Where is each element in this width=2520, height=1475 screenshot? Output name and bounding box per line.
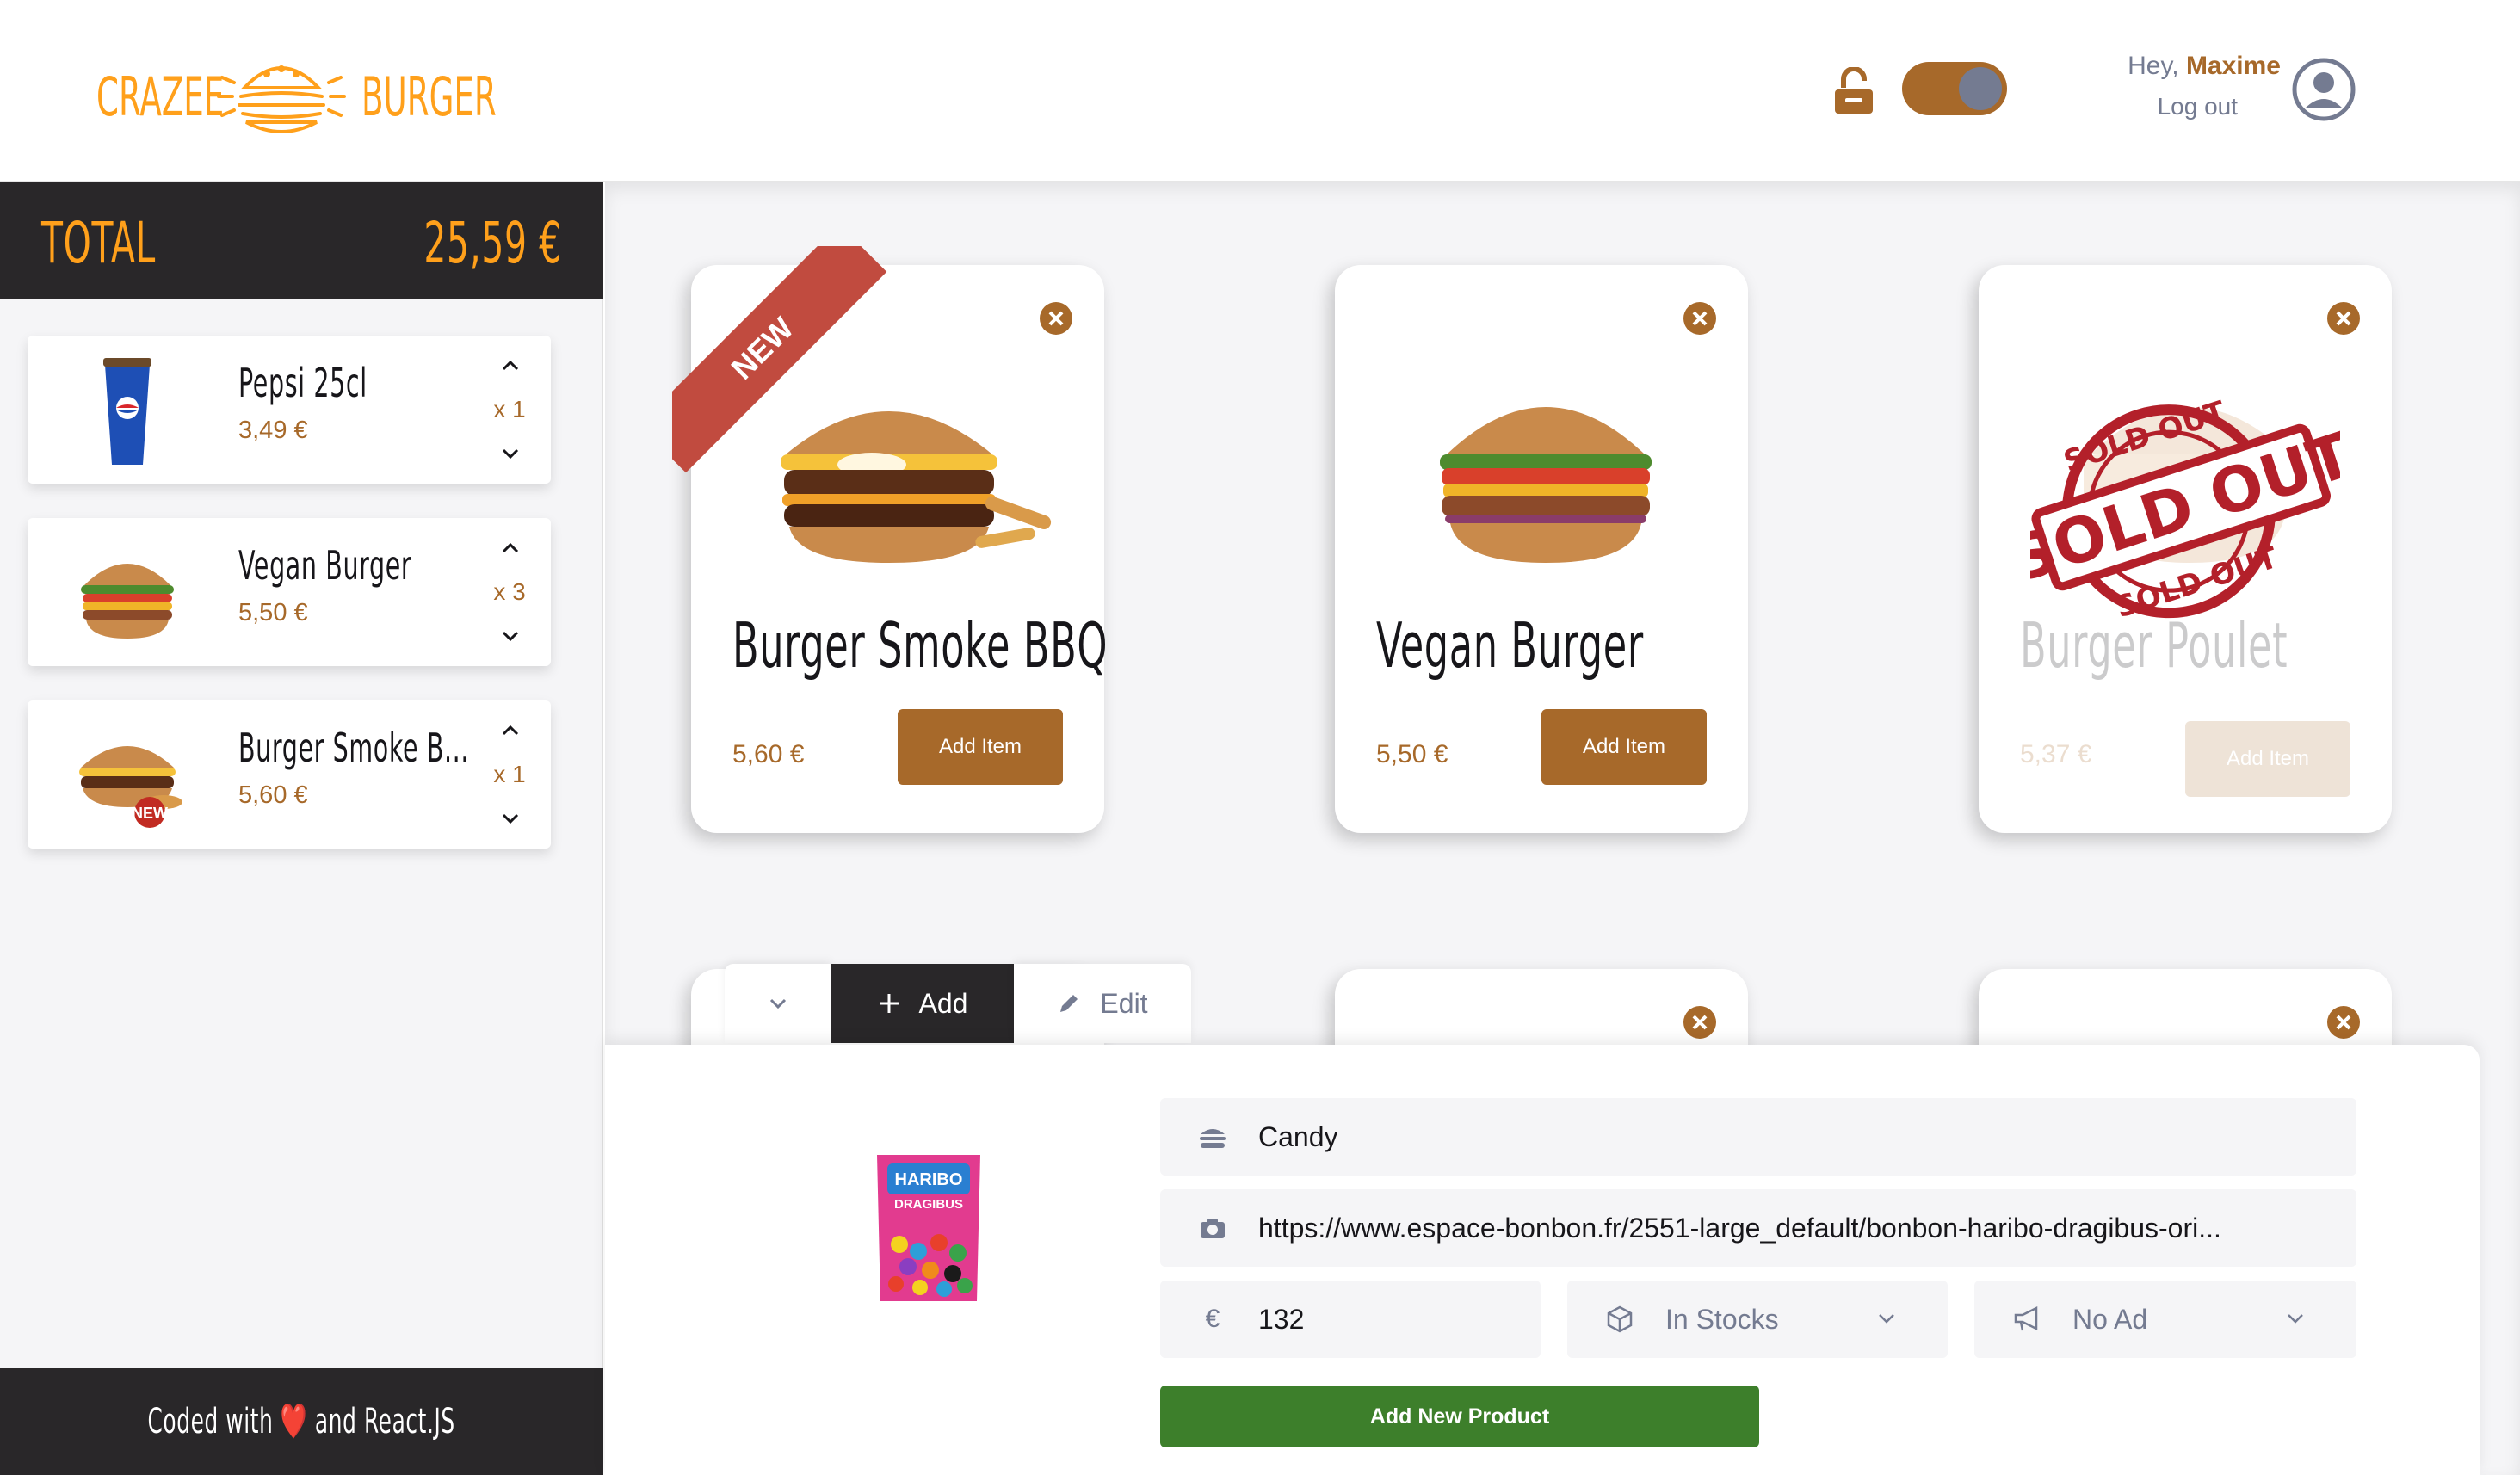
basket-total: Total 25,59 €: [0, 182, 603, 299]
admin-tabs: Add Edit: [725, 964, 1191, 1043]
basket-footer: Coded with ❤️ and React.JS: [0, 1368, 603, 1475]
admin-panel: HARIBO DRAGIBUS Candy https://www.espace…: [605, 1045, 2480, 1475]
camera-icon: [1201, 1219, 1225, 1238]
preview-brand: HARIBO: [895, 1170, 963, 1189]
basket-item[interactable]: Pepsi 25cl 3,49 € x 1: [28, 336, 551, 484]
image-url-value: https://www.espace-bonbon.fr/2551-large_…: [1258, 1212, 2221, 1244]
collapse-tab[interactable]: [725, 964, 831, 1043]
chevron-down-icon[interactable]: [501, 630, 520, 642]
pepsi-cup-image: [103, 358, 151, 465]
navbar: CRAZEE BURGER Hey, Maxime Log out: [0, 0, 2520, 182]
footer-text: Coded with ❤️ and React.JS: [147, 1402, 456, 1441]
product-card: NEW Burger Smoke BBQ 5,60 € Add Item: [672, 246, 1108, 833]
product-name-value: Candy: [1258, 1120, 1338, 1152]
quantity-stepper: x 1: [475, 725, 544, 828]
product-card: Vegan Burger 5,50 € Add Item: [1335, 265, 1748, 833]
tab-add[interactable]: Add: [831, 964, 1014, 1043]
tab-edit[interactable]: Edit: [1014, 964, 1191, 1043]
box-icon: [1607, 1305, 1633, 1333]
item-price: 5,60 €: [238, 781, 308, 809]
basket: Total 25,59 € Pepsi 25cl 3,49 € x 1 Vega…: [0, 182, 603, 1475]
item-price: 5,50 €: [238, 599, 308, 626]
logo-text-right: BURGER: [361, 65, 497, 128]
greeting-label: Hey,: [2128, 52, 2179, 80]
advert-value: No Ad: [2072, 1303, 2148, 1335]
delete-icon[interactable]: [1683, 301, 1717, 336]
logout-link[interactable]: Log out: [2066, 93, 2238, 120]
chevron-up-icon[interactable]: [501, 542, 520, 554]
basket-item[interactable]: NEW Burger Smoke B... 5,60 € x 1: [28, 700, 551, 849]
item-quantity: x 3: [493, 578, 526, 605]
chevron-down-icon: [1879, 1314, 1894, 1324]
chevron-down-icon: [769, 998, 787, 1009]
logo[interactable]: CRAZEE BURGER: [96, 55, 534, 138]
chevron-down-icon[interactable]: [501, 447, 520, 460]
add-item-button[interactable]: Add Item: [898, 709, 1063, 785]
total-value: 25,59 €: [423, 210, 562, 276]
unlock-icon[interactable]: [1833, 67, 1875, 114]
burger-icon: [1200, 1129, 1226, 1148]
delete-icon[interactable]: [2326, 1005, 2361, 1040]
stock-value: In Stocks: [1665, 1303, 1779, 1335]
advert-select[interactable]: No Ad: [1974, 1281, 2356, 1358]
delete-icon[interactable]: [2326, 301, 2361, 336]
pencil-icon: [1060, 995, 1078, 1012]
preview-product: DRAGIBUS: [894, 1197, 963, 1212]
total-label: Total: [41, 210, 156, 276]
sold-out-stamp: SOLD OUT SOLD OUT SOLD OUT: [2030, 394, 2340, 625]
add-item-button: Add Item: [2185, 721, 2350, 797]
euro-icon: €: [1205, 1305, 1220, 1333]
delete-icon[interactable]: [1683, 1005, 1717, 1040]
chevron-up-icon[interactable]: [501, 360, 520, 372]
delete-icon[interactable]: [1039, 301, 1073, 336]
greeting: Hey, Maxime: [2066, 52, 2281, 81]
toggle-knob: [1959, 67, 2002, 110]
smoke-burger-image: NEW: [79, 746, 182, 828]
plus-icon: [879, 994, 899, 1013]
new-badge: NEW: [132, 805, 168, 822]
logo-text-left: CRAZEE: [96, 65, 225, 128]
chevron-down-icon: [2288, 1314, 2303, 1324]
burger-logo-icon: [217, 65, 346, 133]
megaphone-icon: [2014, 1305, 2038, 1331]
product-card-sold-out: Burger Poulet 5,37 € Add Item SOLD OUT S…: [1979, 265, 2392, 833]
product-name-field[interactable]: Candy: [1160, 1098, 2356, 1176]
quantity-stepper: x 1: [475, 360, 544, 463]
item-name: Burger Smoke B...: [238, 725, 470, 771]
product-price: 5,50 €: [1376, 740, 1448, 768]
image-url-field[interactable]: https://www.espace-bonbon.fr/2551-large_…: [1160, 1189, 2356, 1267]
vegan-burger-image: [81, 564, 174, 639]
product-price: 5,37 €: [2020, 740, 2092, 768]
item-name: Vegan Burger: [238, 542, 412, 589]
stock-select[interactable]: In Stocks: [1567, 1281, 1948, 1358]
product-preview-image: HARIBO DRAGIBUS: [877, 1155, 980, 1301]
item-quantity: x 1: [493, 396, 526, 423]
item-price: 3,49 €: [238, 417, 308, 444]
item-name: Pepsi 25cl: [238, 360, 368, 406]
product-price: 5,60 €: [732, 740, 805, 768]
username: Maxime: [2185, 52, 2281, 80]
product-title: Burger Smoke BBQ: [732, 609, 1109, 682]
price-field[interactable]: € 132: [1160, 1281, 1541, 1358]
product-title: Vegan Burger: [1376, 609, 1644, 682]
item-quantity: x 1: [493, 761, 526, 787]
quantity-stepper: x 3: [475, 542, 544, 645]
tab-edit-label: Edit: [1100, 987, 1148, 1019]
chevron-up-icon[interactable]: [501, 725, 520, 737]
basket-item[interactable]: Vegan Burger 5,50 € x 3: [28, 518, 551, 666]
burger-smoke-bbq-image: [781, 411, 1052, 563]
add-new-product-button[interactable]: Add New Product: [1160, 1386, 1759, 1447]
price-value: 132: [1258, 1303, 1305, 1335]
vegan-burger-image: [1440, 407, 1652, 563]
user-avatar-icon[interactable]: [2291, 57, 2356, 122]
tab-add-label: Add: [918, 987, 968, 1019]
add-item-button[interactable]: Add Item: [1541, 709, 1707, 785]
chevron-down-icon[interactable]: [501, 812, 520, 824]
admin-mode-toggle[interactable]: [1902, 62, 2007, 115]
